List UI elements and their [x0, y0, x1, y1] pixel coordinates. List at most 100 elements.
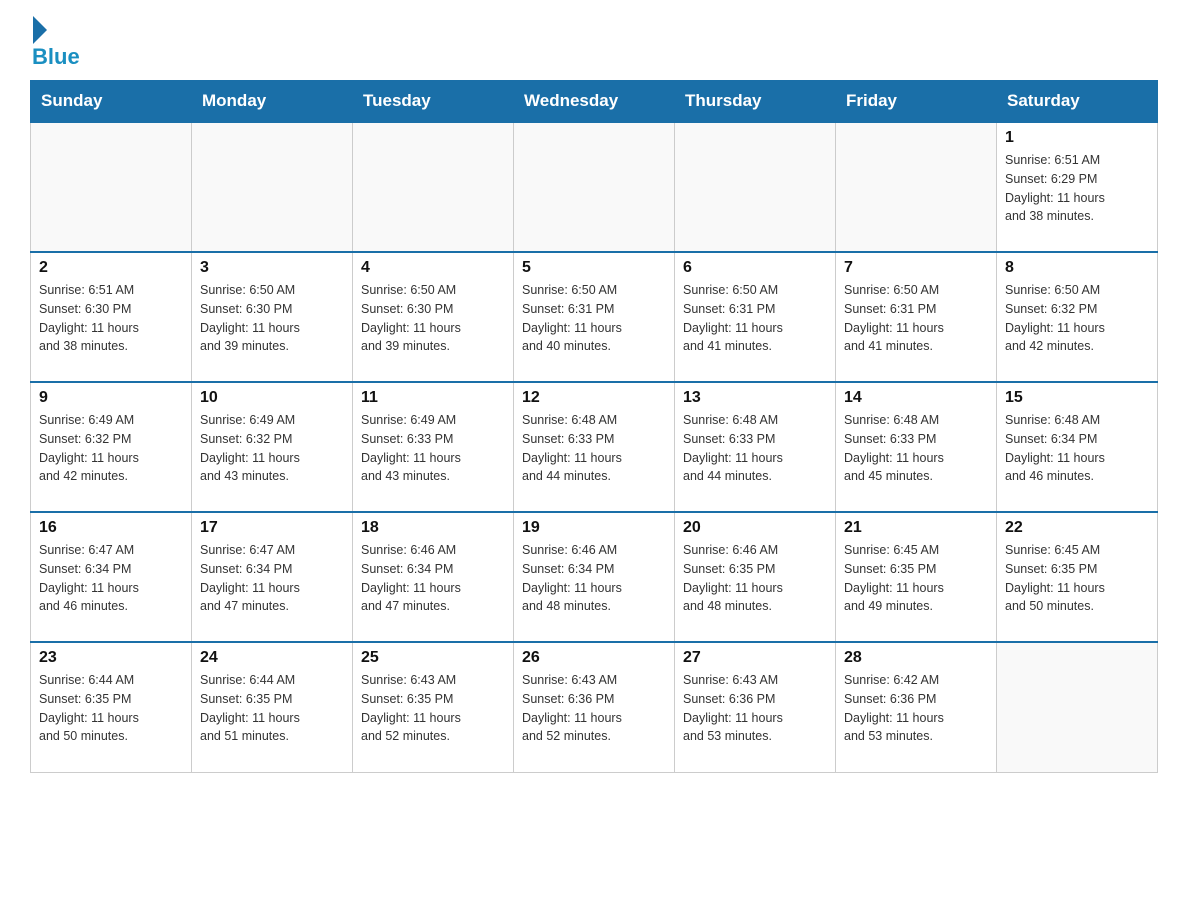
day-info: Sunrise: 6:50 AM Sunset: 6:32 PM Dayligh…: [1005, 281, 1149, 356]
calendar-header-sunday: Sunday: [31, 81, 192, 123]
calendar-week-row: 1 Sunrise: 6:51 AM Sunset: 6:29 PM Daylig…: [31, 122, 1158, 252]
calendar-header-row: SundayMondayTuesdayWednesdayThursdayFrid…: [31, 81, 1158, 123]
day-number: 23: [39, 649, 183, 667]
calendar-week-row: 9 Sunrise: 6:49 AM Sunset: 6:32 PM Daylig…: [31, 382, 1158, 512]
day-number: 5: [522, 259, 666, 277]
calendar-cell: 17 Sunrise: 6:47 AM Sunset: 6:34 PM Dayli…: [192, 512, 353, 642]
day-info: Sunrise: 6:43 AM Sunset: 6:35 PM Dayligh…: [361, 671, 505, 746]
calendar-cell: 26 Sunrise: 6:43 AM Sunset: 6:36 PM Dayli…: [514, 642, 675, 772]
calendar-cell: 27 Sunrise: 6:43 AM Sunset: 6:36 PM Dayli…: [675, 642, 836, 772]
day-number: 4: [361, 259, 505, 277]
day-number: 13: [683, 389, 827, 407]
day-info: Sunrise: 6:46 AM Sunset: 6:34 PM Dayligh…: [361, 541, 505, 616]
calendar-cell: 10 Sunrise: 6:49 AM Sunset: 6:32 PM Dayli…: [192, 382, 353, 512]
calendar-cell: 5 Sunrise: 6:50 AM Sunset: 6:31 PM Daylig…: [514, 252, 675, 382]
day-info: Sunrise: 6:51 AM Sunset: 6:30 PM Dayligh…: [39, 281, 183, 356]
calendar-header-saturday: Saturday: [997, 81, 1158, 123]
day-number: 20: [683, 519, 827, 537]
calendar-cell: 2 Sunrise: 6:51 AM Sunset: 6:30 PM Daylig…: [31, 252, 192, 382]
day-number: 28: [844, 649, 988, 667]
day-info: Sunrise: 6:49 AM Sunset: 6:32 PM Dayligh…: [200, 411, 344, 486]
day-info: Sunrise: 6:43 AM Sunset: 6:36 PM Dayligh…: [522, 671, 666, 746]
day-info: Sunrise: 6:46 AM Sunset: 6:35 PM Dayligh…: [683, 541, 827, 616]
day-info: Sunrise: 6:48 AM Sunset: 6:33 PM Dayligh…: [683, 411, 827, 486]
day-info: Sunrise: 6:44 AM Sunset: 6:35 PM Dayligh…: [39, 671, 183, 746]
day-number: 16: [39, 519, 183, 537]
day-info: Sunrise: 6:43 AM Sunset: 6:36 PM Dayligh…: [683, 671, 827, 746]
day-info: Sunrise: 6:50 AM Sunset: 6:30 PM Dayligh…: [361, 281, 505, 356]
day-info: Sunrise: 6:50 AM Sunset: 6:31 PM Dayligh…: [522, 281, 666, 356]
calendar-header-thursday: Thursday: [675, 81, 836, 123]
calendar-cell: 11Sunrise: 6:49 AM Sunset: 6:33 PM Dayli…: [353, 382, 514, 512]
calendar-cell: 25 Sunrise: 6:43 AM Sunset: 6:35 PM Dayli…: [353, 642, 514, 772]
day-number: 18: [361, 519, 505, 537]
calendar-cell: [514, 122, 675, 252]
calendar-cell: 19 Sunrise: 6:46 AM Sunset: 6:34 PM Dayli…: [514, 512, 675, 642]
day-number: 25: [361, 649, 505, 667]
day-info: Sunrise: 6:50 AM Sunset: 6:30 PM Dayligh…: [200, 281, 344, 356]
day-info: Sunrise: 6:45 AM Sunset: 6:35 PM Dayligh…: [844, 541, 988, 616]
day-number: 6: [683, 259, 827, 277]
day-info: Sunrise: 6:47 AM Sunset: 6:34 PM Dayligh…: [39, 541, 183, 616]
calendar-cell: 8 Sunrise: 6:50 AM Sunset: 6:32 PM Daylig…: [997, 252, 1158, 382]
calendar-cell: [353, 122, 514, 252]
day-info: Sunrise: 6:48 AM Sunset: 6:34 PM Dayligh…: [1005, 411, 1149, 486]
calendar-cell: 22 Sunrise: 6:45 AM Sunset: 6:35 PM Dayli…: [997, 512, 1158, 642]
day-info: Sunrise: 6:48 AM Sunset: 6:33 PM Dayligh…: [522, 411, 666, 486]
day-info: Sunrise: 6:47 AM Sunset: 6:34 PM Dayligh…: [200, 541, 344, 616]
day-number: 19: [522, 519, 666, 537]
day-info: Sunrise: 6:50 AM Sunset: 6:31 PM Dayligh…: [844, 281, 988, 356]
day-info: Sunrise: 6:50 AM Sunset: 6:31 PM Dayligh…: [683, 281, 827, 356]
day-number: 7: [844, 259, 988, 277]
calendar-cell: 16 Sunrise: 6:47 AM Sunset: 6:34 PM Dayli…: [31, 512, 192, 642]
calendar-cell: 15 Sunrise: 6:48 AM Sunset: 6:34 PM Dayli…: [997, 382, 1158, 512]
calendar-week-row: 23 Sunrise: 6:44 AM Sunset: 6:35 PM Dayli…: [31, 642, 1158, 772]
calendar-table: SundayMondayTuesdayWednesdayThursdayFrid…: [30, 80, 1158, 773]
calendar-header-monday: Monday: [192, 81, 353, 123]
day-number: 1: [1005, 129, 1149, 147]
day-number: 26: [522, 649, 666, 667]
calendar-cell: 7 Sunrise: 6:50 AM Sunset: 6:31 PM Daylig…: [836, 252, 997, 382]
calendar-week-row: 16 Sunrise: 6:47 AM Sunset: 6:34 PM Dayli…: [31, 512, 1158, 642]
day-number: 22: [1005, 519, 1149, 537]
page-header: Blue: [30, 20, 1158, 70]
day-info: Sunrise: 6:48 AM Sunset: 6:33 PM Dayligh…: [844, 411, 988, 486]
calendar-cell: [192, 122, 353, 252]
calendar-cell: [997, 642, 1158, 772]
calendar-cell: 21 Sunrise: 6:45 AM Sunset: 6:35 PM Dayli…: [836, 512, 997, 642]
calendar-cell: 13 Sunrise: 6:48 AM Sunset: 6:33 PM Dayli…: [675, 382, 836, 512]
day-number: 12: [522, 389, 666, 407]
day-number: 8: [1005, 259, 1149, 277]
calendar-cell: 4 Sunrise: 6:50 AM Sunset: 6:30 PM Daylig…: [353, 252, 514, 382]
calendar-header-tuesday: Tuesday: [353, 81, 514, 123]
day-info: Sunrise: 6:42 AM Sunset: 6:36 PM Dayligh…: [844, 671, 988, 746]
logo-triangle-icon: [33, 16, 47, 44]
calendar-cell: 20 Sunrise: 6:46 AM Sunset: 6:35 PM Dayli…: [675, 512, 836, 642]
day-number: 10: [200, 389, 344, 407]
day-number: 2: [39, 259, 183, 277]
day-number: 21: [844, 519, 988, 537]
calendar-cell: 12 Sunrise: 6:48 AM Sunset: 6:33 PM Dayli…: [514, 382, 675, 512]
calendar-cell: [675, 122, 836, 252]
calendar-cell: 14 Sunrise: 6:48 AM Sunset: 6:33 PM Dayli…: [836, 382, 997, 512]
day-number: 14: [844, 389, 988, 407]
logo: Blue: [30, 20, 80, 70]
day-number: 3: [200, 259, 344, 277]
day-info: Sunrise: 6:49 AM Sunset: 6:32 PM Dayligh…: [39, 411, 183, 486]
calendar-week-row: 2 Sunrise: 6:51 AM Sunset: 6:30 PM Daylig…: [31, 252, 1158, 382]
day-number: 15: [1005, 389, 1149, 407]
day-info: Sunrise: 6:51 AM Sunset: 6:29 PM Dayligh…: [1005, 151, 1149, 226]
calendar-cell: 28 Sunrise: 6:42 AM Sunset: 6:36 PM Dayli…: [836, 642, 997, 772]
day-info: Sunrise: 6:46 AM Sunset: 6:34 PM Dayligh…: [522, 541, 666, 616]
day-info: Sunrise: 6:45 AM Sunset: 6:35 PM Dayligh…: [1005, 541, 1149, 616]
calendar-cell: 23 Sunrise: 6:44 AM Sunset: 6:35 PM Dayli…: [31, 642, 192, 772]
calendar-header-friday: Friday: [836, 81, 997, 123]
calendar-cell: [31, 122, 192, 252]
calendar-cell: 1 Sunrise: 6:51 AM Sunset: 6:29 PM Daylig…: [997, 122, 1158, 252]
day-number: 17: [200, 519, 344, 537]
day-number: 27: [683, 649, 827, 667]
calendar-cell: 9 Sunrise: 6:49 AM Sunset: 6:32 PM Daylig…: [31, 382, 192, 512]
day-info: Sunrise: 6:44 AM Sunset: 6:35 PM Dayligh…: [200, 671, 344, 746]
calendar-cell: 3 Sunrise: 6:50 AM Sunset: 6:30 PM Daylig…: [192, 252, 353, 382]
day-number: 9: [39, 389, 183, 407]
